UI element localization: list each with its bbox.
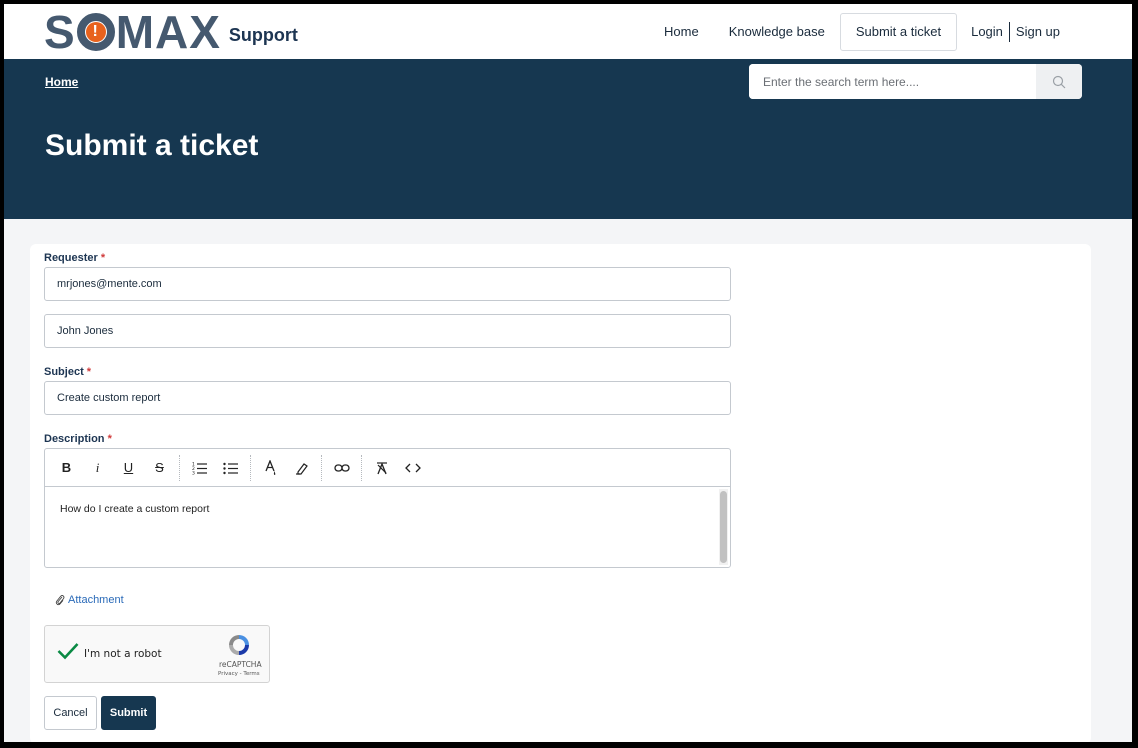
nav-login[interactable]: Login	[961, 13, 1003, 51]
toolbar-divider	[321, 454, 322, 481]
ticket-form: Requester * Subject * Description * B i …	[30, 244, 1091, 742]
required-mark: *	[100, 252, 106, 264]
nav-knowledge-base[interactable]: Knowledge base	[714, 13, 840, 51]
description-label-text: Description	[44, 433, 105, 445]
logo-o-icon: !	[76, 13, 115, 51]
toolbar-divider	[361, 454, 362, 481]
italic-button[interactable]: i	[82, 454, 113, 482]
text-color-button[interactable]	[255, 454, 286, 482]
submit-button[interactable]: Submit	[101, 696, 156, 730]
link-icon	[333, 463, 350, 472]
description-editor: B i U S 1 2 3 How do I create a custom r…	[44, 448, 731, 568]
hero-banner: Home Submit a ticket	[4, 59, 1132, 219]
search-box	[749, 64, 1082, 99]
description-label: Description *	[44, 433, 112, 445]
paperclip-icon	[55, 595, 65, 606]
required-mark: *	[86, 366, 92, 378]
subject-label-text: Subject	[44, 366, 84, 378]
toolbar-divider	[250, 454, 251, 481]
ordered-list-icon: 1 2 3	[192, 461, 207, 475]
cancel-button[interactable]: Cancel	[44, 696, 97, 730]
svg-text:3: 3	[192, 470, 195, 475]
somax-logo[interactable]: S ! MAX Support	[44, 9, 298, 55]
bullet-list-button[interactable]	[215, 454, 246, 482]
logo-letters-max: MAX	[115, 6, 221, 58]
requester-label-text: Requester	[44, 252, 98, 264]
attachment-label: Attachment	[68, 594, 124, 606]
logo-alert-dot: !	[85, 22, 106, 42]
logo-letter-s: S	[44, 6, 76, 58]
subject-label: Subject *	[44, 366, 91, 378]
bold-button[interactable]: B	[51, 454, 82, 482]
toolbar-divider	[179, 454, 180, 481]
search-input[interactable]	[749, 64, 1036, 99]
recaptcha-terms-link[interactable]: Privacy - Terms	[218, 671, 260, 677]
nav-links: Home Knowledge base Submit a ticket Logi…	[649, 4, 1132, 59]
underline-button[interactable]: U	[113, 454, 144, 482]
search-icon	[1052, 75, 1066, 88]
strikethrough-button[interactable]: S	[144, 454, 175, 482]
clear-format-icon	[376, 461, 387, 474]
nav-submit-ticket[interactable]: Submit a ticket	[839, 12, 958, 51]
requester-email-input[interactable]	[57, 278, 718, 290]
top-navigation: S ! MAX Support Home Knowledge base Subm…	[4, 4, 1132, 59]
description-text: How do I create a custom report	[60, 503, 210, 515]
code-icon	[404, 463, 421, 472]
recaptcha-widget: I'm not a robot reCAPTCHA Privacy - Term…	[44, 625, 270, 683]
nav-signup[interactable]: Sign up	[1016, 13, 1060, 51]
clear-format-button[interactable]	[366, 454, 397, 482]
browser-page: S ! MAX Support Home Knowledge base Subm…	[4, 4, 1132, 742]
subject-field	[44, 381, 731, 415]
highlighter-icon	[295, 462, 308, 475]
editor-scrollbar[interactable]	[719, 489, 728, 565]
scrollbar-thumb[interactable]	[720, 491, 727, 563]
nav-home[interactable]: Home	[649, 13, 714, 51]
nav-divider	[1008, 21, 1010, 42]
source-code-button[interactable]	[397, 454, 428, 482]
bullet-list-icon	[222, 462, 238, 474]
required-mark: *	[107, 433, 112, 445]
highlight-button[interactable]	[286, 454, 317, 482]
requester-name-field	[44, 314, 731, 348]
requester-email-field	[44, 267, 731, 301]
recaptcha-brand: reCAPTCHA	[219, 660, 262, 669]
subject-input[interactable]	[57, 392, 718, 404]
insert-link-button[interactable]	[326, 454, 357, 482]
logo-wordmark: S ! MAX	[44, 9, 221, 55]
checkmark-icon[interactable]	[57, 642, 79, 660]
search-button[interactable]	[1036, 64, 1082, 99]
recaptcha-label: I'm not a robot	[84, 648, 162, 660]
ordered-list-button[interactable]: 1 2 3	[184, 454, 215, 482]
requester-label: Requester *	[44, 252, 105, 264]
recaptcha-logo-icon	[229, 635, 249, 655]
page-title: Submit a ticket	[45, 129, 259, 162]
requester-name-input[interactable]	[57, 325, 718, 337]
breadcrumb-home[interactable]: Home	[45, 75, 78, 89]
editor-toolbar: B i U S 1 2 3	[45, 449, 730, 487]
attachment-link[interactable]: Attachment	[55, 594, 124, 606]
logo-support-label: Support	[228, 24, 298, 45]
text-color-icon	[264, 459, 275, 475]
description-textarea[interactable]: How do I create a custom report	[45, 487, 730, 567]
